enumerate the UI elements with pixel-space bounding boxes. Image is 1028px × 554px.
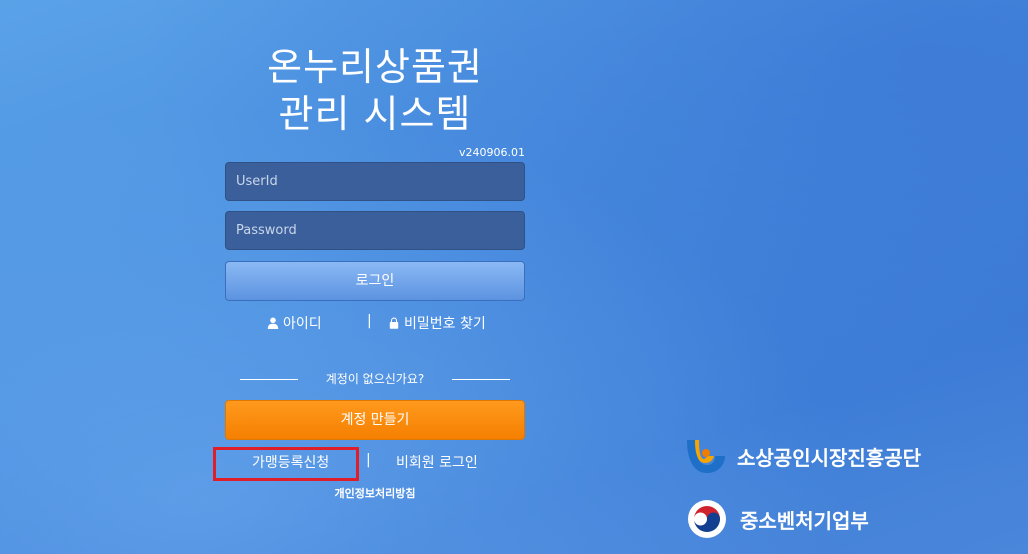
link-separator: |: [366, 452, 371, 468]
password-input[interactable]: [225, 211, 525, 250]
user-icon: [267, 317, 279, 329]
lock-icon: [389, 317, 399, 329]
semas-logo-icon: [687, 440, 725, 473]
page-title: 온누리상품권 관리 시스템: [225, 44, 525, 138]
bottom-links: 가맹등록신청 | 비회원 로그인: [225, 452, 525, 472]
link-separator: |: [367, 313, 372, 329]
signup-divider: 계정이 없으신가요?: [240, 370, 510, 388]
guest-login-link[interactable]: 비회원 로그인: [396, 452, 478, 472]
org-mss-name: 중소벤처기업부: [740, 508, 869, 533]
find-id-label: 아이디: [283, 316, 322, 332]
org-mss: 중소벤처기업부: [686, 499, 869, 539]
org-semas: 소상공인시장진흥공단: [683, 436, 921, 476]
create-account-button[interactable]: 계정 만들기: [225, 400, 525, 440]
account-help-links: 아이디 | 비밀번호 찾기: [225, 313, 525, 333]
taeguk-logo-icon: [688, 500, 726, 538]
title-line-1: 온누리상품권: [267, 45, 483, 89]
find-password-label: 비밀번호 찾기: [404, 316, 486, 332]
find-id-link[interactable]: 아이디: [267, 313, 322, 333]
version-label: v240906.01: [459, 146, 525, 159]
merchant-register-link[interactable]: 가맹등록신청: [252, 452, 329, 472]
org-semas-name: 소상공인시장진흥공단: [737, 445, 921, 470]
login-button[interactable]: 로그인: [225, 261, 525, 301]
userid-input[interactable]: [225, 162, 525, 201]
find-password-link[interactable]: 비밀번호 찾기: [388, 313, 486, 333]
privacy-policy-link[interactable]: 개인정보처리방침: [225, 485, 525, 501]
title-line-2: 관리 시스템: [278, 92, 472, 136]
divider-line-right: [452, 379, 510, 380]
